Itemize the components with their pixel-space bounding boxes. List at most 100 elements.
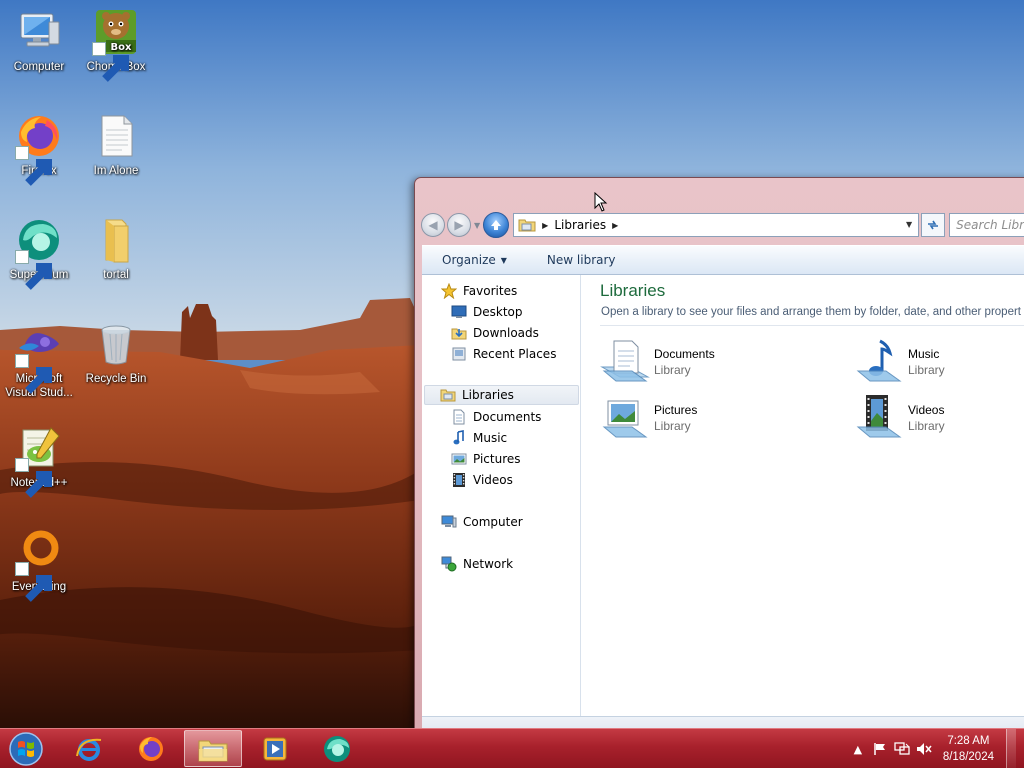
library-item-pictures[interactable]: Pictures Library (600, 393, 697, 443)
new-library-button[interactable]: New library (527, 253, 636, 267)
desktop-icon-notepad-plus-plus[interactable]: Notepad++ (0, 424, 78, 498)
back-button[interactable]: ◀ (421, 213, 445, 237)
folder-icon (105, 219, 129, 263)
refresh-icon (928, 220, 939, 230)
nav-item-computer[interactable]: Computer (441, 512, 523, 532)
desktop-icon-firefox[interactable]: Firefox (0, 112, 78, 186)
desktop-icon-label: Im Alone (93, 165, 139, 177)
libraries-icon (440, 387, 456, 403)
shortcut-arrow-icon (15, 562, 52, 602)
network-icon (441, 556, 457, 572)
new-library-label: New library (546, 253, 616, 267)
taskbar-clock[interactable]: 7:28 AM 8/18/2024 (943, 733, 994, 765)
library-item-videos[interactable]: Videos Library (854, 393, 945, 443)
shortcut-arrow-icon (92, 42, 129, 82)
nav-item-music[interactable]: Music (451, 428, 507, 448)
taskbar-supermium[interactable] (308, 730, 366, 767)
desktop-icon-label: tortal (103, 269, 129, 281)
nav-item-desktop[interactable]: Desktop (451, 302, 523, 322)
taskbar: ▲ 7:28 AM 8/18/2024 (0, 728, 1024, 768)
navigation-pane: Favorites Desktop Downloads Recent Place… (422, 275, 581, 716)
taskbar-media-player[interactable] (246, 730, 304, 767)
start-button[interactable] (6, 731, 46, 767)
explorer-window[interactable]: ◀ ▶ ▼ ▶ Libraries ▶ ▼ Search Libraries O… (414, 177, 1024, 737)
forward-button[interactable]: ▶ (447, 213, 471, 237)
taskbar-windows-explorer[interactable] (184, 730, 242, 767)
search-input[interactable]: Search Libraries (949, 213, 1024, 237)
recycle-bin-icon (101, 325, 131, 365)
desktop-icon-everything[interactable]: Everything (0, 528, 78, 602)
computer-icon (441, 514, 457, 530)
videos-icon (451, 472, 467, 488)
chevron-down-icon: ▼ (500, 255, 507, 265)
shortcut-arrow-icon (15, 354, 52, 394)
library-type: Library (654, 363, 691, 377)
desktop-icon-tortal[interactable]: tortal (77, 216, 155, 282)
shortcut-arrow-icon (15, 146, 52, 186)
speaker-muted-icon[interactable] (913, 738, 935, 760)
library-item-music[interactable]: Music Library (854, 337, 945, 387)
system-tray: ▲ 7:28 AM 8/18/2024 (847, 729, 1016, 768)
navigation-bar: ◀ ▶ ▼ ▶ Libraries ▶ ▼ Search Libraries (421, 211, 1024, 239)
library-name: Music (908, 347, 940, 361)
command-bar: Organize ▼ New library (422, 245, 1024, 275)
nav-item-pictures[interactable]: Pictures (451, 449, 521, 469)
divider (600, 325, 1024, 326)
recent-pages-dropdown-icon[interactable]: ▼ (474, 221, 480, 230)
nav-item-recent-places[interactable]: Recent Places (451, 344, 556, 364)
address-dropdown-icon[interactable]: ▼ (906, 220, 912, 229)
library-name: Pictures (654, 403, 698, 417)
breadcrumb-libraries[interactable]: Libraries (554, 218, 606, 232)
taskbar-internet-explorer[interactable] (60, 730, 118, 767)
nav-item-network[interactable]: Network (441, 554, 513, 574)
clock-date: 8/18/2024 (942, 751, 994, 763)
library-type: Library (908, 363, 945, 377)
supermium-icon (324, 735, 350, 762)
window-titlebar[interactable] (415, 178, 1024, 208)
nav-item-downloads[interactable]: Downloads (451, 323, 539, 343)
windows-explorer-icon (198, 740, 228, 761)
library-name: Documents (654, 347, 715, 361)
library-type: Library (654, 419, 691, 433)
forward-arrow-icon: ▶ (454, 218, 464, 232)
up-button[interactable] (483, 212, 510, 238)
mouse-cursor-icon (594, 192, 608, 212)
library-name: Videos (908, 403, 945, 417)
shortcut-arrow-icon (15, 250, 52, 290)
desktop-icon-recycle-bin[interactable]: Recycle Bin (77, 320, 155, 386)
nav-item-favorites[interactable]: Favorites (441, 281, 517, 301)
nav-item-libraries[interactable]: Libraries (424, 385, 579, 405)
content-area: Favorites Desktop Downloads Recent Place… (422, 275, 1024, 716)
pictures-icon (451, 451, 467, 467)
desktop-icon-im-alone[interactable]: Im Alone (77, 112, 155, 178)
back-arrow-icon: ◀ (428, 218, 438, 232)
taskbar-firefox[interactable] (122, 730, 180, 767)
desktop-icon-chomikbox[interactable]: Box ChomikBox (77, 8, 155, 82)
address-bar[interactable]: ▶ Libraries ▶ ▼ (513, 213, 920, 237)
music-library-icon (856, 339, 902, 382)
organize-label: Organize (442, 253, 496, 267)
library-type: Library (908, 419, 945, 433)
libraries-folder-icon (518, 219, 536, 232)
organize-button[interactable]: Organize ▼ (422, 253, 527, 267)
library-item-documents[interactable]: Documents Library (600, 337, 715, 387)
desktop-icon-supermium[interactable]: Supermium (0, 216, 78, 290)
nav-item-videos[interactable]: Videos (451, 470, 513, 490)
shortcut-arrow-icon (15, 458, 52, 498)
recent-places-icon (451, 346, 467, 362)
refresh-button[interactable] (921, 213, 946, 237)
page-description: Open a library to see your files and arr… (601, 306, 1021, 318)
desktop-icon-computer[interactable]: Computer (0, 8, 78, 74)
clock-time: 7:28 AM (947, 735, 990, 747)
network-status-icon[interactable] (891, 738, 913, 760)
nav-item-documents[interactable]: Documents (451, 407, 541, 427)
downloads-icon (451, 325, 467, 341)
show-hidden-icons-icon[interactable]: ▲ (847, 738, 869, 760)
media-player-icon (263, 737, 287, 760)
star-icon (441, 283, 457, 299)
show-desktop-button[interactable] (1006, 729, 1016, 768)
breadcrumb-separator-icon[interactable]: ▶ (612, 221, 618, 230)
desktop-icon-visual-studio[interactable]: Microsoft Visual Stud... (0, 320, 78, 400)
library-view: Libraries Open a library to see your fil… (582, 275, 1024, 716)
action-center-flag-icon[interactable] (869, 738, 891, 760)
